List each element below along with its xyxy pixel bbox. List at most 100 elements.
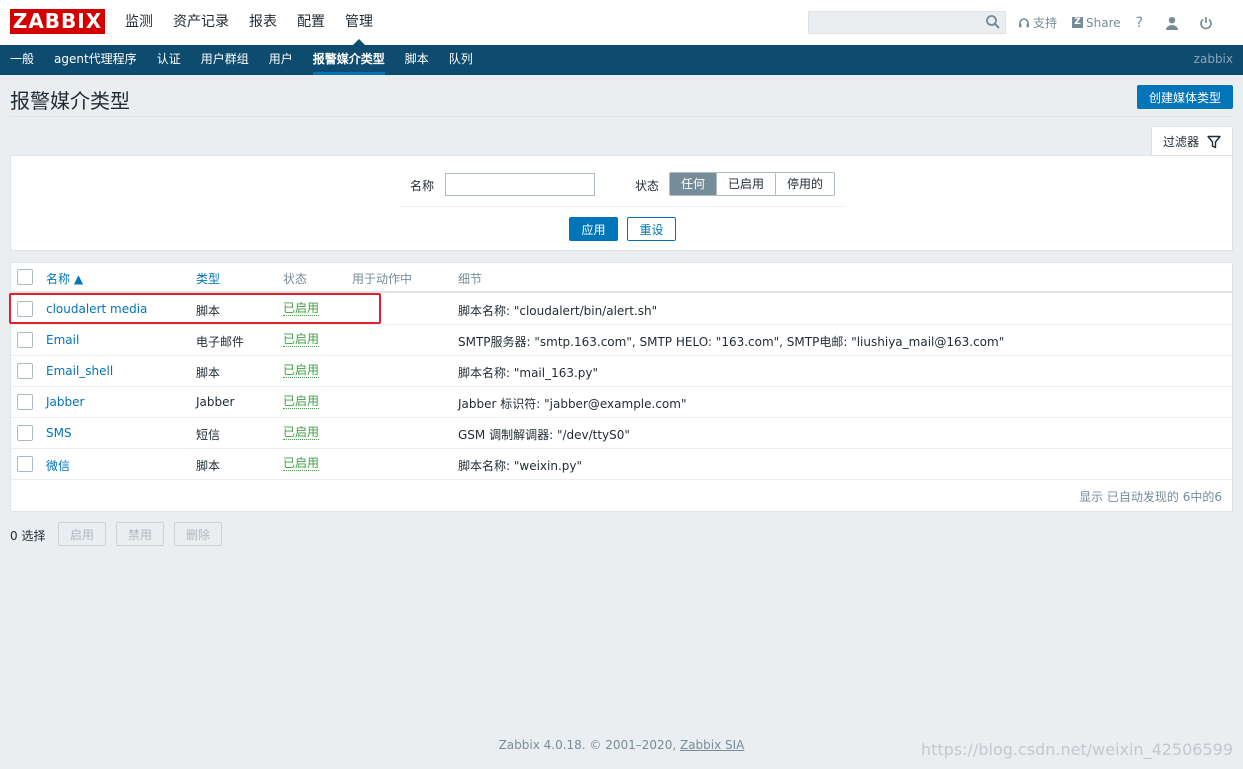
column-header-details: 细节 [458,272,483,286]
table-row: Email_shell 脚本 已启用 脚本名称: "mail_163.py" [11,356,1232,387]
media-type-details: 脚本名称: "mail_163.py" [458,366,599,380]
support-label: 支持 [1033,16,1058,30]
sub-menu-general[interactable]: 一般 [0,45,44,75]
status-option-disabled[interactable]: 停用的 [775,173,835,195]
row-checkbox[interactable] [17,394,33,410]
help-link[interactable]: ? [1136,15,1143,31]
media-type-name-link[interactable]: 微信 [46,457,70,474]
current-user-label: zabbix [1193,52,1233,66]
sub-menu-user-groups[interactable]: 用户群组 [191,45,259,75]
sub-menu-media-types[interactable]: 报警媒介类型 [303,45,395,75]
table-row: Jabber Jabber 已启用 Jabber 标识符: "jabber@ex… [11,387,1232,418]
bulk-enable-button[interactable]: 启用 [58,522,106,546]
media-type-status[interactable]: 已启用 [283,456,320,471]
bulk-disable-button[interactable]: 禁用 [116,522,164,546]
media-types-table: 名称 ▲ 类型 状态 用于动作中 细节 cloudalert media 脚本 … [10,262,1233,512]
filter-divider [400,206,844,207]
media-type-status[interactable]: 已启用 [283,425,320,440]
filter-name-label: 名称 [410,179,435,193]
selected-count: 0 选择 [10,529,46,543]
sub-menu-scripts[interactable]: 脚本 [395,45,439,75]
main-menu-administration[interactable]: 管理 [335,0,383,45]
search-input[interactable] [809,12,979,33]
sub-menu-bar: 一般 agent代理程序 认证 用户群组 用户 报警媒介类型 脚本 队列 zab… [0,45,1243,75]
main-menu: 监测 资产记录 报表 配置 管理 [115,0,383,45]
row-checkbox[interactable] [17,332,33,348]
sub-menu-users[interactable]: 用户 [259,45,303,75]
search-icon[interactable] [985,14,1001,30]
media-type-kind: 脚本 [196,459,221,473]
column-header-status: 状态 [283,272,308,286]
filter-name-input[interactable] [445,173,595,196]
share-link[interactable]: Z Share [1072,16,1121,30]
filter-status-label: 状态 [635,179,660,193]
header-divider [10,116,1233,117]
column-header-name[interactable]: 名称 ▲ [46,270,83,287]
top-bar: ZABBIX 监测 资产记录 报表 配置 管理 支持 Z Share ? [0,0,1243,45]
support-link[interactable]: 支持 [1018,14,1057,31]
footer-zabbix-link[interactable]: Zabbix SIA [680,738,744,752]
media-type-details: SMTP服务器: "smtp.163.com", SMTP HELO: "163… [458,335,1005,349]
filter-panel: 名称 状态 任何 已启用 停用的 应用 重设 [10,155,1233,251]
status-option-any[interactable]: 任何 [670,173,717,195]
media-type-name-link[interactable]: SMS [46,426,72,440]
row-checkbox[interactable] [17,363,33,379]
row-checkbox[interactable] [17,301,33,317]
table-row: SMS 短信 已启用 GSM 调制解调器: "/dev/ttyS0" [11,418,1232,449]
sub-menu-queue[interactable]: 队列 [439,45,483,75]
filter-reset-button[interactable]: 重设 [627,217,676,241]
help-icon: ? [1135,14,1144,31]
logout-link[interactable] [1199,16,1213,30]
media-type-details: 脚本名称: "cloudalert/bin/alert.sh" [458,304,658,318]
main-menu-monitoring[interactable]: 监测 [115,0,163,45]
column-header-used-in-actions: 用于动作中 [352,272,413,286]
sub-menu-authentication[interactable]: 认证 [147,45,191,75]
share-label: Share [1086,15,1121,30]
top-tools: 支持 Z Share ? [1018,0,1213,45]
filter-status-toggle: 任何 已启用 停用的 [669,172,836,196]
zabbix-logo[interactable]: ZABBIX [10,9,105,34]
media-type-status[interactable]: 已启用 [283,332,320,347]
main-menu-configuration[interactable]: 配置 [287,0,335,45]
media-type-kind: 脚本 [196,366,221,380]
row-checkbox[interactable] [17,425,33,441]
column-header-type[interactable]: 类型 [196,270,220,287]
zabbix-share-icon: Z [1072,17,1084,28]
table-row: Email 电子邮件 已启用 SMTP服务器: "smtp.163.com", … [11,325,1232,356]
filter-apply-button[interactable]: 应用 [569,217,618,241]
create-media-type-button[interactable]: 创建媒体类型 [1137,85,1233,109]
media-type-kind: Jabber [196,395,235,409]
page-title: 报警媒介类型 [10,89,130,113]
sub-menu-proxies[interactable]: agent代理程序 [44,45,147,75]
power-icon [1200,16,1212,29]
headset-icon [1019,17,1029,27]
global-search [808,11,1006,34]
main-menu-reports[interactable]: 报表 [239,0,287,45]
bulk-delete-button[interactable]: 删除 [174,522,222,546]
sub-menu: 一般 agent代理程序 认证 用户群组 用户 报警媒介类型 脚本 队列 [0,45,483,75]
select-all-checkbox[interactable] [17,269,33,285]
watermark: https://blog.csdn.net/weixin_42506599 [920,740,1233,759]
user-icon [1166,16,1179,30]
media-type-name-link[interactable]: cloudalert media [46,302,147,316]
table-header: 名称 ▲ 类型 状态 用于动作中 细节 [11,263,1232,293]
media-type-status[interactable]: 已启用 [283,394,320,409]
media-type-details: 脚本名称: "weixin.py" [458,459,583,473]
media-type-status[interactable]: 已启用 [283,363,320,378]
media-type-status[interactable]: 已启用 [283,301,320,316]
status-option-enabled[interactable]: 已启用 [716,173,776,195]
row-checkbox[interactable] [17,456,33,472]
filter-tab-label: 过滤器 [1162,135,1199,149]
media-type-kind: 短信 [196,428,221,442]
media-type-details: GSM 调制解调器: "/dev/ttyS0" [458,428,630,442]
user-profile-link[interactable] [1165,16,1179,30]
table-row: cloudalert media 脚本 已启用 脚本名称: "cloudaler… [11,294,1232,325]
filter-icon [1207,135,1221,148]
footer-copyright: Zabbix 4.0.18. © 2001–2020, [498,738,680,752]
media-type-name-link[interactable]: Jabber [46,395,84,409]
media-type-name-link[interactable]: Email_shell [46,364,113,378]
main-menu-inventory[interactable]: 资产记录 [163,0,239,45]
media-type-name-link[interactable]: Email [46,333,79,347]
media-type-kind: 电子邮件 [196,335,245,349]
filter-tab[interactable]: 过滤器 [1151,126,1233,156]
